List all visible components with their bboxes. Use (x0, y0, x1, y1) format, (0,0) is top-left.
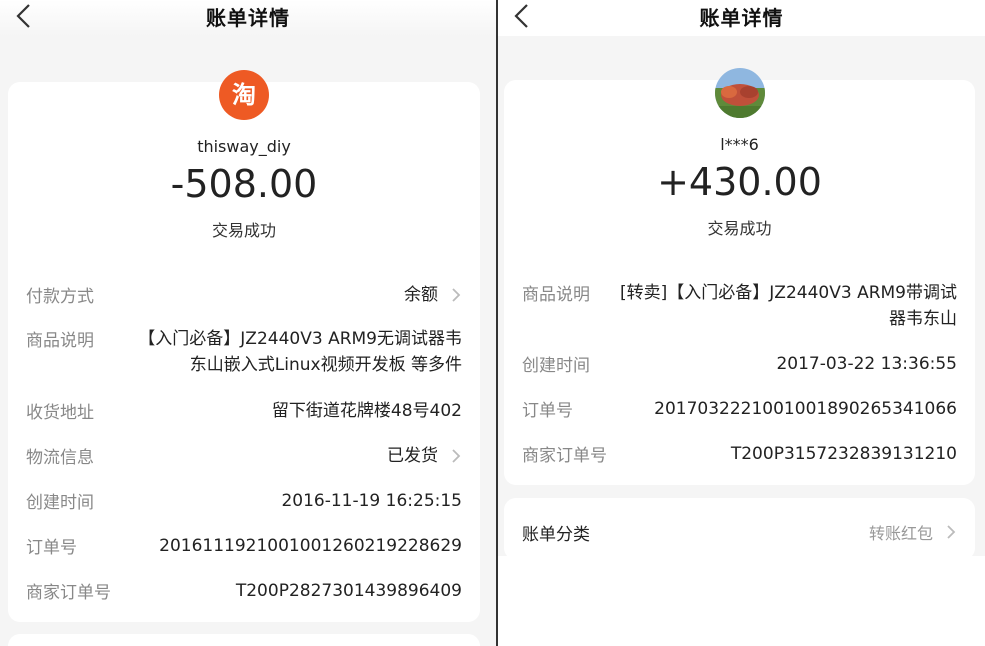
row-value: T200P2827301439896409 (235, 581, 462, 601)
merchant-name: l***6 (720, 135, 759, 154)
row-label: 付款方式 (26, 287, 94, 307)
row-value-line1: [转卖]【入门必备】JZ2440V3 ARM9带调试 (620, 283, 957, 303)
row-value-line2: 器韦东山 (889, 309, 957, 329)
product-description-row: 商品说明 【入门必备】JZ2440V3 ARM9无调试器韦 东山嵌入式Linux… (26, 326, 462, 378)
row-label: 商家订单号 (522, 446, 607, 466)
nav-bar: 账单详情 (498, 0, 985, 36)
transaction-amount: +430.00 (657, 160, 822, 204)
next-card (8, 634, 480, 646)
row-label: 订单号 (26, 538, 77, 558)
row-value: T200P3157232839131210 (730, 444, 957, 464)
chevron-right-icon (947, 525, 956, 539)
merchant-name: thisway_diy (197, 137, 291, 156)
row-label: 商品说明 (522, 285, 590, 305)
created-time-row: 创建时间 2016-11-19 16:25:15 (26, 488, 462, 514)
transaction-status: 交易成功 (211, 221, 276, 240)
bill-category-row[interactable]: 账单分类 转账红包 (504, 498, 975, 560)
row-value: 已发货 (387, 446, 438, 466)
row-label: 订单号 (522, 401, 573, 421)
row-value: 余额 (404, 285, 438, 305)
page-title: 账单详情 (699, 6, 784, 30)
merchant-order-number-row: 商家订单号 T200P2827301439896409 (26, 578, 462, 604)
row-label: 创建时间 (522, 356, 590, 376)
transaction-amount: -508.00 (170, 162, 318, 206)
left-bill-detail-screen: 账单详情 淘 thisway_diy -508.00 交易成功 付款方式 余额 … (0, 0, 496, 646)
bill-summary-card: 淘 thisway_diy -508.00 交易成功 付款方式 余额 商品说明 … (8, 70, 480, 622)
row-value-line1: 【入门必备】JZ2440V3 ARM9无调试器韦 (138, 329, 462, 349)
merchant-order-number-row: 商家订单号 T200P3157232839131210 (522, 441, 957, 467)
row-value: 2016-11-19 16:25:15 (281, 491, 462, 511)
row-label: 商家订单号 (26, 583, 111, 603)
row-value: 留下街道花牌楼48号402 (271, 401, 462, 421)
row-value: 2017032221001001890265341066 (654, 399, 957, 419)
row-label: 创建时间 (26, 493, 94, 513)
row-value: 2016111921001001260219228629 (159, 536, 462, 556)
row-label: 商品说明 (26, 331, 94, 351)
order-number-row: 订单号 2016111921001001260219228629 (26, 533, 462, 559)
category-label: 账单分类 (522, 525, 590, 545)
taobao-logo-icon: 淘 (219, 70, 269, 120)
order-number-row: 订单号 2017032221001001890265341066 (522, 396, 957, 422)
row-label: 收货地址 (26, 403, 94, 423)
transaction-status: 交易成功 (707, 219, 772, 238)
row-value: 2017-03-22 13:36:55 (776, 354, 957, 374)
logistics-row[interactable]: 物流信息 已发货 (26, 443, 462, 469)
right-bill-detail-screen: 账单详情 l***6 +430.00 交易成功 商品说明 [转卖]【入门必备】J… (498, 0, 985, 646)
row-value-line2: 东山嵌入式Linux视频开发板 等多件 (189, 355, 462, 375)
category-value: 转账红包 (868, 524, 933, 543)
avatar (714, 68, 765, 118)
payment-method-row[interactable]: 付款方式 余额 (26, 282, 462, 308)
bill-summary-card: l***6 +430.00 交易成功 商品说明 [转卖]【入门必备】JZ2440… (504, 68, 975, 485)
page-title: 账单详情 (206, 6, 290, 30)
shipping-address-row: 收货地址 留下街道花牌楼48号402 (26, 398, 462, 424)
created-time-row: 创建时间 2017-03-22 13:36:55 (522, 351, 957, 377)
chevron-right-icon (452, 449, 461, 463)
nav-bar: 账单详情 (0, 0, 496, 36)
row-label: 物流信息 (26, 448, 94, 468)
product-description-row: 商品说明 [转卖]【入门必备】JZ2440V3 ARM9带调试 器韦东山 (522, 280, 957, 332)
chevron-right-icon (452, 288, 461, 302)
